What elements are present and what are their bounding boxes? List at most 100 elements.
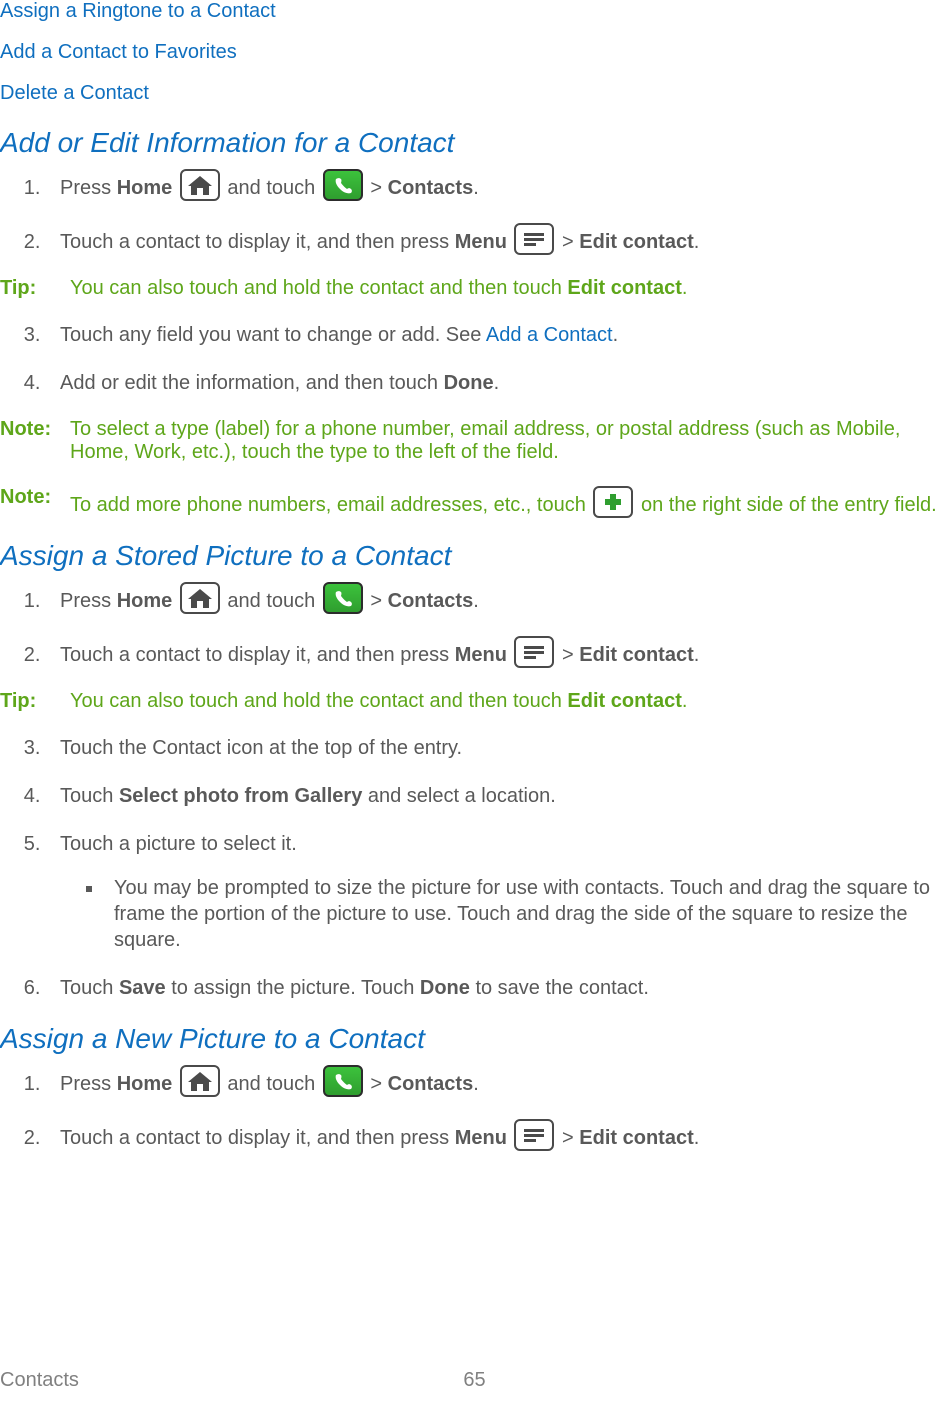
step-edit-1: Press Home and touch > Contacts. [46, 169, 949, 201]
tip-label: Tip: [0, 690, 70, 713]
plus-icon [593, 486, 633, 518]
link-add-a-contact[interactable]: Add a Contact [486, 324, 613, 346]
text: . [694, 231, 700, 253]
tip-edit: Tip: You can also touch and hold the con… [0, 277, 949, 300]
text: > [562, 644, 579, 666]
home-icon [180, 582, 220, 614]
step-edit-3: Touch any field you want to change or ad… [46, 322, 949, 348]
label-edit-contact: Edit contact [579, 231, 693, 253]
label-edit-contact: Edit contact [567, 277, 681, 299]
step-stored-3: Touch the Contact icon at the top of the… [46, 735, 949, 761]
text: You can also touch and hold the contact … [70, 277, 567, 299]
text: Press [60, 1073, 117, 1095]
text: Touch a contact to display it, and then … [60, 644, 455, 666]
step-new-2: Touch a contact to display it, and then … [46, 1119, 949, 1151]
text: . [613, 324, 619, 346]
text: Press [60, 590, 117, 612]
note-label: Note: [0, 418, 70, 464]
note-body: To add more phone numbers, email address… [70, 486, 949, 518]
label-done: Done [444, 372, 494, 394]
step-stored-5: Touch a picture to select it. You may be… [46, 831, 949, 953]
step-stored-5-sub: You may be prompted to size the picture … [104, 875, 949, 953]
text: Touch [60, 785, 119, 807]
text: to assign the picture. Touch [166, 977, 420, 999]
text: . [494, 372, 500, 394]
label-home: Home [117, 177, 173, 199]
text: Touch [60, 977, 119, 999]
text: > [562, 231, 579, 253]
text: Add or edit the information, and then to… [60, 372, 444, 394]
text: and select a location. [362, 785, 555, 807]
text: Touch a contact to display it, and then … [60, 231, 455, 253]
footer-section-title: Contacts [0, 1369, 79, 1392]
note-add-more: Note: To add more phone numbers, email a… [0, 486, 949, 518]
text: on the right side of the entry field. [641, 494, 937, 516]
text: and touch [227, 590, 320, 612]
step-stored-2: Touch a contact to display it, and then … [46, 636, 949, 668]
step-new-1: Press Home and touch > Contacts. [46, 1065, 949, 1097]
text: Touch a picture to select it. [60, 833, 297, 855]
phone-icon [323, 169, 363, 201]
menu-icon [514, 1119, 554, 1151]
footer-page-number: 65 [463, 1369, 485, 1392]
menu-icon [514, 636, 554, 668]
text: . [694, 644, 700, 666]
page-footer: Contacts 65 [0, 1369, 949, 1392]
text: . [682, 690, 688, 712]
label-menu: Menu [455, 231, 507, 253]
text: You can also touch and hold the contact … [70, 690, 567, 712]
text: > [370, 177, 387, 199]
step-edit-2: Touch a contact to display it, and then … [46, 223, 949, 255]
label-menu: Menu [455, 644, 507, 666]
text: and touch [227, 177, 320, 199]
step-stored-1: Press Home and touch > Contacts. [46, 582, 949, 614]
label-edit-contact: Edit contact [567, 690, 681, 712]
note-body: To select a type (label) for a phone num… [70, 418, 949, 464]
text: . [473, 177, 479, 199]
text: > [370, 590, 387, 612]
phone-icon [323, 582, 363, 614]
note-type-label: Note: To select a type (label) for a pho… [0, 418, 949, 464]
label-home: Home [117, 590, 173, 612]
text: To add more phone numbers, email address… [70, 494, 591, 516]
text: > [370, 1073, 387, 1095]
text: . [473, 1073, 479, 1095]
heading-assign-stored: Assign a Stored Picture to a Contact [0, 540, 949, 572]
label-home: Home [117, 1073, 173, 1095]
step-edit-4: Add or edit the information, and then to… [46, 370, 949, 396]
link-add-favorite[interactable]: Add a Contact to Favorites [0, 41, 949, 64]
text: . [694, 1127, 700, 1149]
home-icon [180, 1065, 220, 1097]
step-stored-6: Touch Save to assign the picture. Touch … [46, 975, 949, 1001]
text: > [562, 1127, 579, 1149]
text: to save the contact. [470, 977, 649, 999]
menu-icon [514, 223, 554, 255]
label-menu: Menu [455, 1127, 507, 1149]
tip-label: Tip: [0, 277, 70, 300]
label-contacts: Contacts [388, 590, 474, 612]
label-select-photo: Select photo from Gallery [119, 785, 362, 807]
link-delete-contact[interactable]: Delete a Contact [0, 82, 949, 105]
note-label: Note: [0, 486, 70, 518]
link-assign-ringtone[interactable]: Assign a Ringtone to a Contact [0, 0, 949, 23]
tip-stored: Tip: You can also touch and hold the con… [0, 690, 949, 713]
step-stored-4: Touch Select photo from Gallery and sele… [46, 783, 949, 809]
tip-body: You can also touch and hold the contact … [70, 690, 949, 713]
label-contacts: Contacts [388, 177, 474, 199]
heading-add-or-edit: Add or Edit Information for a Contact [0, 127, 949, 159]
home-icon [180, 169, 220, 201]
text: . [473, 590, 479, 612]
text: Touch any field you want to change or ad… [60, 324, 486, 346]
phone-icon [323, 1065, 363, 1097]
label-edit-contact: Edit contact [579, 1127, 693, 1149]
label-done: Done [420, 977, 470, 999]
text: Touch a contact to display it, and then … [60, 1127, 455, 1149]
label-edit-contact: Edit contact [579, 644, 693, 666]
text: Press [60, 177, 117, 199]
tip-body: You can also touch and hold the contact … [70, 277, 949, 300]
label-save: Save [119, 977, 166, 999]
text: . [682, 277, 688, 299]
heading-assign-new: Assign a New Picture to a Contact [0, 1023, 949, 1055]
text: and touch [227, 1073, 320, 1095]
label-contacts: Contacts [388, 1073, 474, 1095]
